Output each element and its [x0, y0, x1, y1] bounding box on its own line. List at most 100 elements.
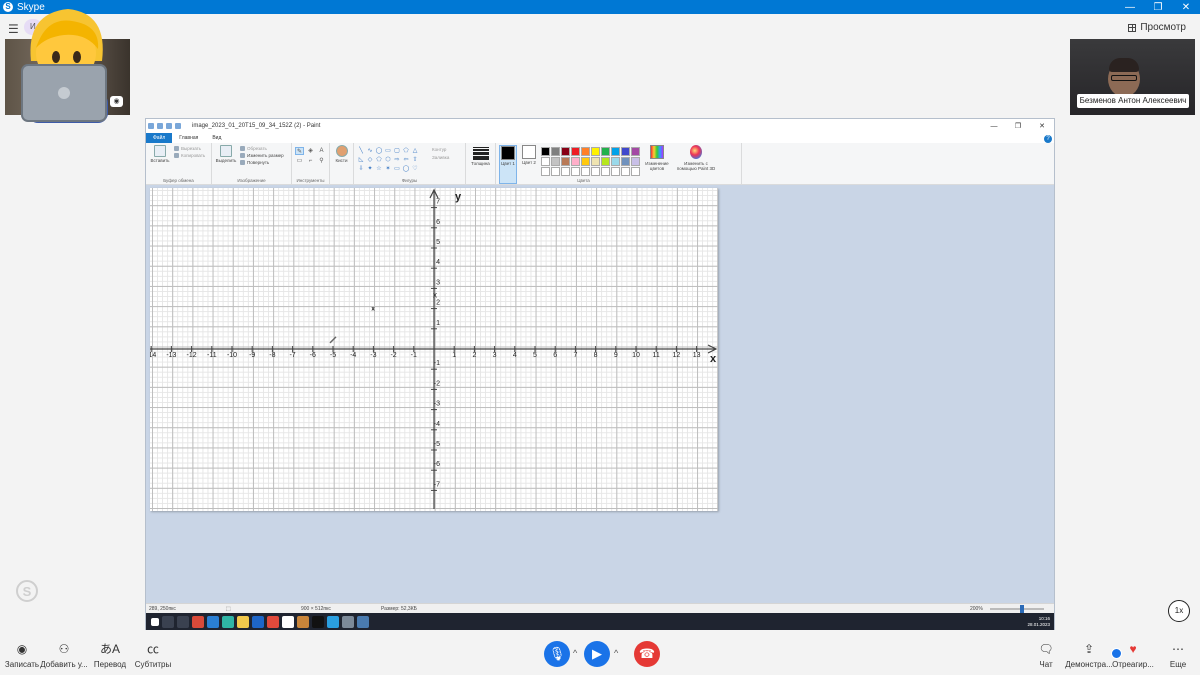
palette-swatch[interactable] [561, 167, 570, 176]
color-picker-icon[interactable]: ⌐ [306, 157, 315, 165]
save-icon[interactable] [157, 123, 163, 129]
remote-video-tile[interactable]: Безменов Антон Алексеевич [1070, 39, 1195, 115]
palette-swatch[interactable] [551, 167, 560, 176]
tab-file[interactable]: Файл [146, 133, 173, 143]
palette-swatch[interactable] [601, 157, 610, 166]
tab-view[interactable]: Вид [205, 133, 228, 143]
palette-swatch[interactable] [611, 167, 620, 176]
cut-button[interactable]: Вырезать [174, 146, 205, 151]
rectangle-shape-icon[interactable]: ▭ [384, 147, 392, 155]
app-icon-game[interactable] [297, 615, 309, 628]
drawing-canvas[interactable]: -14-13-12-11-10-9-8-7-6-5-4-3-2-11234567… [150, 188, 718, 511]
palette-swatch[interactable] [631, 147, 640, 156]
zoom-slider[interactable] [990, 605, 1044, 613]
copy-button[interactable]: Копировать [174, 153, 205, 158]
palette-swatch[interactable] [541, 167, 550, 176]
palette-swatch[interactable] [541, 157, 550, 166]
end-call-button[interactable]: ☎ [634, 641, 660, 667]
mic-options-chevron-icon[interactable]: ^ [573, 648, 577, 658]
heart-shape-icon[interactable]: ♡ [411, 165, 419, 173]
magnifier-icon[interactable]: ⚲ [317, 157, 326, 165]
more-button[interactable]: ⋯ Еще [1148, 642, 1200, 669]
right-triangle-shape-icon[interactable]: ◺ [357, 156, 365, 164]
hexagon-shape-icon[interactable]: ⬡ [384, 156, 392, 164]
star6-shape-icon[interactable]: ✶ [384, 165, 392, 173]
rounded-rect-shape-icon[interactable]: ▢ [393, 147, 401, 155]
edge-icon[interactable] [222, 615, 234, 628]
file-explorer-icon[interactable] [237, 615, 249, 628]
photos-icon[interactable] [357, 615, 369, 628]
minimize-button[interactable]: — [1116, 2, 1144, 13]
app-icon-dark[interactable] [312, 615, 324, 628]
paint-close-button[interactable]: ✕ [1030, 122, 1054, 130]
group-brushes[interactable]: Кисти [330, 143, 354, 184]
outline-button[interactable]: Контур [432, 147, 449, 152]
tab-home[interactable]: Главная [172, 133, 205, 143]
thickness-button[interactable]: Толщина [469, 145, 492, 184]
palette-swatch[interactable] [561, 147, 570, 156]
palette-swatch[interactable] [601, 147, 610, 156]
microphone-button[interactable]: 🎙 [544, 641, 570, 667]
pencil-icon[interactable]: ✎ [295, 147, 304, 155]
playback-speed-button[interactable]: 1x [1168, 600, 1190, 622]
palette-swatch[interactable] [631, 167, 640, 176]
star5-shape-icon[interactable]: ☆ [375, 165, 383, 173]
app-icon-red[interactable] [192, 615, 204, 628]
palette-swatch[interactable] [621, 167, 630, 176]
rotate-button[interactable]: Повернуть [240, 160, 284, 165]
camera-options-chevron-icon[interactable]: ^ [614, 648, 618, 658]
palette-swatch[interactable] [591, 167, 600, 176]
subtitles-button[interactable]: ㏄ Субтитры [123, 642, 183, 669]
text-icon[interactable]: A [317, 147, 326, 155]
fill-button[interactable]: Заливка [432, 155, 449, 160]
close-button[interactable]: ✕ [1172, 2, 1200, 13]
palette-swatch[interactable] [591, 157, 600, 166]
palette-swatch[interactable] [571, 147, 580, 156]
palette-swatch[interactable] [621, 157, 630, 166]
triangle-shape-icon[interactable]: △ [411, 147, 419, 155]
diamond-shape-icon[interactable]: ◇ [366, 156, 374, 164]
skype-taskbar-icon[interactable] [327, 615, 339, 628]
shared-screen-paint-window[interactable]: image_2023_01_20T15_09_34_152Z (2) - Pai… [145, 118, 1055, 630]
palette-swatch[interactable] [611, 157, 620, 166]
help-icon[interactable]: ? [1044, 135, 1052, 143]
paint-minimize-button[interactable]: — [982, 123, 1006, 130]
palette-swatch[interactable] [551, 147, 560, 156]
palette-swatch[interactable] [581, 167, 590, 176]
palette-swatch[interactable] [591, 147, 600, 156]
taskbar-clock[interactable]: 10:16 28.01.2023 [1027, 616, 1054, 627]
windows-start-icon[interactable] [151, 617, 159, 626]
app-icon-blue[interactable] [252, 615, 264, 628]
curve-shape-icon[interactable]: ∿ [366, 147, 374, 155]
view-button[interactable]: Просмотр [1128, 22, 1186, 33]
palette-swatch[interactable] [571, 167, 580, 176]
arrow-down-shape-icon[interactable]: ⇩ [357, 165, 365, 173]
arrow-left-shape-icon[interactable]: ⇦ [402, 156, 410, 164]
redo-icon[interactable] [175, 123, 181, 129]
undo-icon[interactable] [166, 123, 172, 129]
pentagon-shape-icon[interactable]: ⬠ [375, 156, 383, 164]
maximize-button[interactable]: ❐ [1144, 2, 1172, 13]
palette-swatch[interactable] [631, 157, 640, 166]
palette-swatch[interactable] [601, 167, 610, 176]
task-view-icon[interactable] [177, 615, 189, 628]
arrow-up-shape-icon[interactable]: ⇧ [411, 156, 419, 164]
document-icon[interactable] [282, 615, 294, 628]
search-icon[interactable] [162, 615, 174, 628]
callout-rect-shape-icon[interactable]: ▭ [393, 165, 401, 173]
fill-icon[interactable]: ◈ [306, 147, 315, 155]
palette-swatch[interactable] [541, 147, 550, 156]
palette-swatch[interactable] [571, 157, 580, 166]
eraser-icon[interactable]: ▭ [295, 157, 304, 165]
paint-maximize-button[interactable]: ❐ [1006, 122, 1030, 130]
palette-swatch[interactable] [611, 147, 620, 156]
palette-swatch[interactable] [621, 147, 630, 156]
zoom-slider-knob[interactable] [1020, 605, 1024, 613]
resize-button[interactable]: Изменить размер [240, 153, 284, 158]
yandex-icon[interactable] [267, 615, 279, 628]
paint3d-button[interactable]: Изменить с помощью Paint 3D [674, 145, 718, 184]
oval-shape-icon[interactable]: ◯ [375, 147, 383, 155]
arrow-right-shape-icon[interactable]: ⇨ [393, 156, 401, 164]
palette-swatch[interactable] [581, 157, 590, 166]
polygon-shape-icon[interactable]: ⬠ [402, 147, 410, 155]
